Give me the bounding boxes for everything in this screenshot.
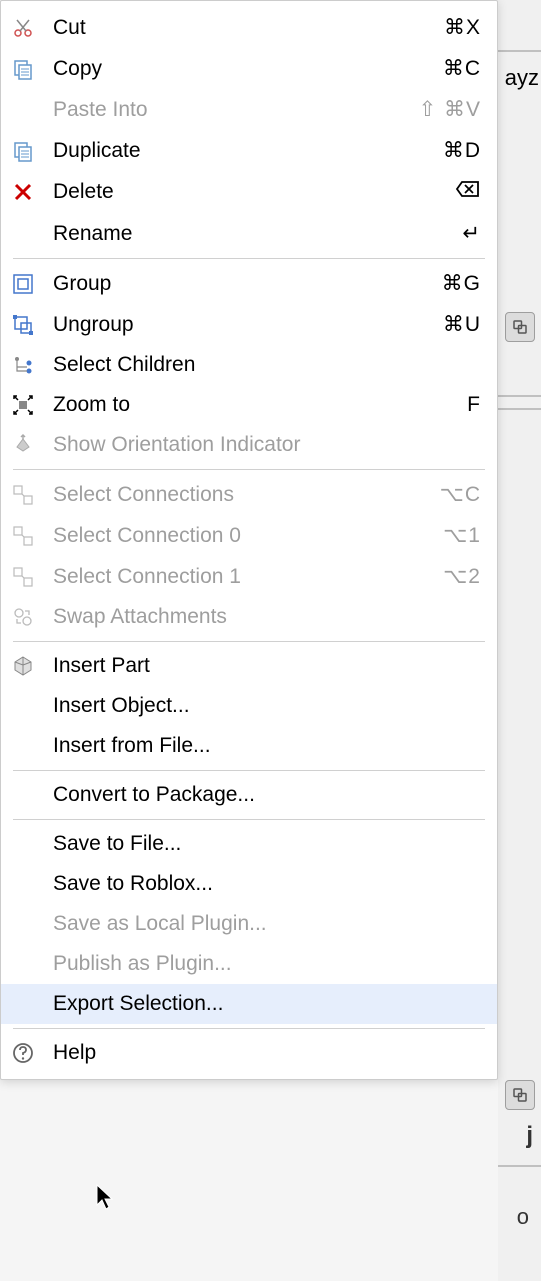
menu-shortcut: ⇧ ⌘V [419,97,481,122]
menu-item-swap-attachments: Swap Attachments [1,597,497,637]
group-icon [11,272,49,296]
menu-label: Cut [49,16,444,40]
menu-label: Zoom to [49,393,467,417]
zoom-icon [11,393,49,417]
ungroup-icon [11,313,49,337]
menu-shortcut: ⌥C [440,482,481,507]
menu-item-select-connection-1: Select Connection 1 ⌥2 [1,556,497,597]
menu-item-save-to-roblox[interactable]: Save to Roblox... [1,864,497,904]
menu-label: Select Children [49,353,481,377]
menu-item-export-selection[interactable]: Export Selection... [1,984,497,1024]
menu-label: Delete [49,180,455,204]
cut-icon [11,16,49,40]
bg-text-fragment: j [526,1122,533,1150]
bg-text-fragment: ayz [505,65,539,91]
menu-item-delete[interactable]: Delete [1,171,497,213]
menu-label: Export Selection... [49,992,481,1016]
part-icon [11,654,49,678]
bg-separator [498,1165,541,1167]
bg-text-fragment: o [517,1204,529,1230]
menu-separator [13,1028,485,1029]
bg-separator [498,50,541,52]
bg-panel-icon[interactable] [505,1080,535,1110]
menu-label: Insert Part [49,654,481,678]
menu-item-rename[interactable]: Rename ↵ [1,213,497,254]
menu-label: Insert from File... [49,734,481,758]
menu-item-show-orientation: Show Orientation Indicator [1,425,497,465]
menu-label: Save to File... [49,832,481,856]
select-children-icon [11,353,49,377]
menu-item-select-children[interactable]: Select Children [1,345,497,385]
menu-item-zoom-to[interactable]: Zoom to F [1,385,497,425]
menu-shortcut: ⌘C [443,56,481,81]
menu-item-publish-as-plugin: Publish as Plugin... [1,944,497,984]
menu-item-ungroup[interactable]: Ungroup ⌘U [1,304,497,345]
menu-shortcut: ⌥1 [443,523,481,548]
menu-shortcut: ⌘D [443,138,481,163]
menu-separator [13,258,485,259]
menu-shortcut [455,179,481,205]
menu-separator [13,641,485,642]
menu-separator [13,469,485,470]
bg-panel-icon[interactable] [505,312,535,342]
menu-label: Ungroup [49,313,443,337]
menu-item-paste-into: Paste Into ⇧ ⌘V [1,89,497,130]
connection-1-icon [11,565,49,589]
menu-label: Show Orientation Indicator [49,433,481,457]
menu-shortcut: ⌘G [442,271,481,296]
swap-icon [11,605,49,629]
menu-item-save-to-file[interactable]: Save to File... [1,824,497,864]
duplicate-icon [11,139,49,163]
context-menu: Cut ⌘X Copy ⌘C Paste Into ⇧ ⌘V Duplicate… [0,0,498,1080]
menu-item-duplicate[interactable]: Duplicate ⌘D [1,130,497,171]
menu-item-help[interactable]: Help [1,1033,497,1073]
menu-label: Swap Attachments [49,605,481,629]
menu-shortcut: ⌘U [443,312,481,337]
menu-label: Select Connections [49,483,440,507]
menu-item-save-as-local-plugin: Save as Local Plugin... [1,904,497,944]
menu-shortcut: ⌥2 [443,564,481,589]
menu-item-select-connection-0: Select Connection 0 ⌥1 [1,515,497,556]
copy-icon [11,57,49,81]
help-icon [11,1041,49,1065]
menu-label: Publish as Plugin... [49,952,481,976]
menu-label: Insert Object... [49,694,481,718]
menu-label: Paste Into [49,98,419,122]
menu-item-insert-from-file[interactable]: Insert from File... [1,726,497,766]
menu-label: Copy [49,57,443,81]
menu-separator [13,819,485,820]
menu-item-copy[interactable]: Copy ⌘C [1,48,497,89]
menu-shortcut: ↵ [462,221,481,246]
mouse-cursor-icon [95,1183,117,1216]
connections-icon [11,483,49,507]
bg-separator [498,408,541,410]
menu-item-group[interactable]: Group ⌘G [1,263,497,304]
menu-label: Save as Local Plugin... [49,912,481,936]
menu-label: Select Connection 0 [49,524,443,548]
menu-shortcut: ⌘X [444,15,481,40]
menu-item-cut[interactable]: Cut ⌘X [1,7,497,48]
menu-label: Rename [49,222,462,246]
delete-icon [11,180,49,204]
bg-separator [498,395,541,397]
orientation-icon [11,433,49,457]
menu-label: Select Connection 1 [49,565,443,589]
menu-item-select-connections: Select Connections ⌥C [1,474,497,515]
menu-label: Convert to Package... [49,783,481,807]
menu-shortcut: F [467,393,481,417]
menu-item-insert-part[interactable]: Insert Part [1,646,497,686]
menu-label: Group [49,272,442,296]
menu-label: Save to Roblox... [49,872,481,896]
menu-separator [13,770,485,771]
menu-item-insert-object[interactable]: Insert Object... [1,686,497,726]
connection-0-icon [11,524,49,548]
menu-item-convert-to-package[interactable]: Convert to Package... [1,775,497,815]
menu-label: Duplicate [49,139,443,163]
menu-label: Help [49,1041,481,1065]
